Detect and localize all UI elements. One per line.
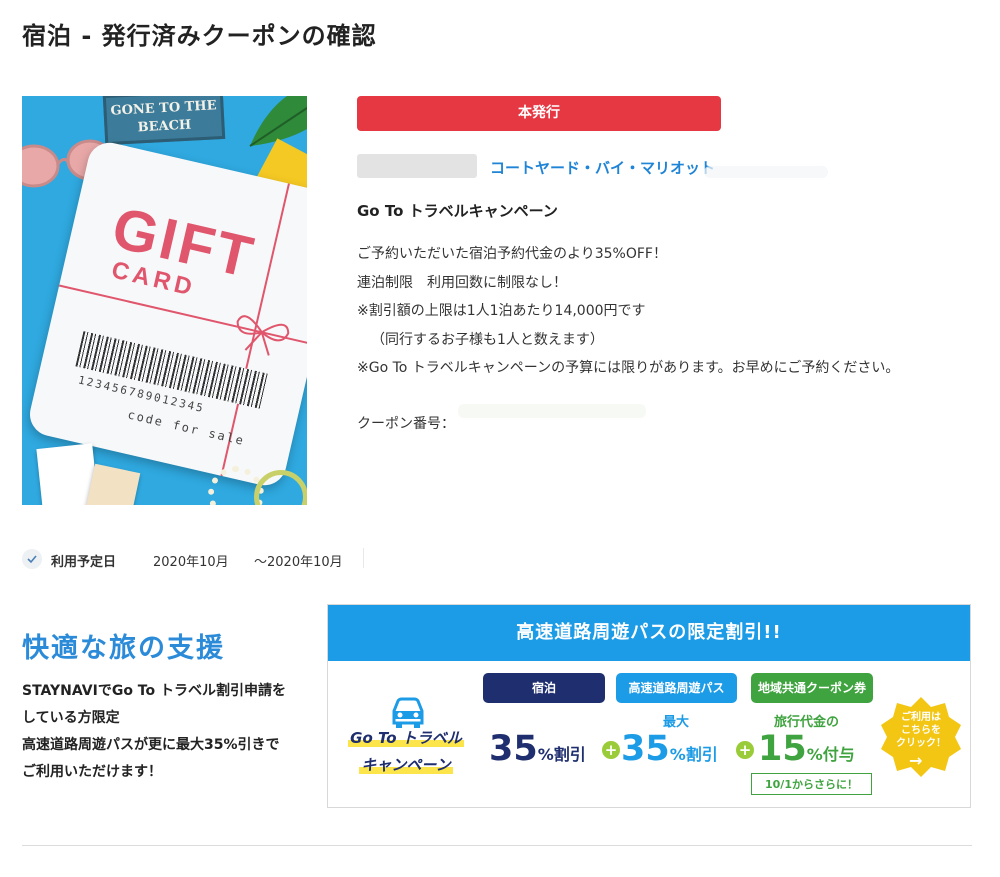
issue-status-button[interactable]: 本発行 (357, 96, 721, 131)
ribbon-bow-icon (236, 315, 290, 356)
pill-lodging: 宿泊 (483, 673, 605, 703)
coupon-caption: 旅行代金の (774, 715, 840, 730)
support-description: STAYNAVIでGo To トラベル割引申請を している方限定 高速道路周遊パ… (22, 678, 286, 786)
highway-pass-banner[interactable]: 高速道路周遊パスの限定割引!! Go To トラベル キャンペーン 宿泊 高速道… (327, 604, 971, 808)
hotel-name-redacted (704, 166, 828, 178)
plus-icon: + (736, 741, 754, 759)
gift-card-image: GONE TO THE BEACH GIFT CARD 123456789012… (22, 96, 307, 505)
hotel-name-link[interactable]: コートヤード・バイ・マリオット (490, 157, 715, 178)
description-line: （同行するお子様も1人と数えます） (371, 331, 604, 348)
schedule-label: 利用予定日 (51, 555, 117, 570)
beach-sign: GONE TO THE BEACH (102, 96, 226, 146)
area-tag (357, 154, 477, 178)
description-line: ※Go To トラベルキャンペーンの予算には限りがあります。お早めにご予約くださ… (357, 360, 900, 376)
support-line: ご利用いただけます！ (22, 764, 162, 780)
support-title: 快適な旅の支援 (22, 633, 225, 664)
schedule-to: 〜2020年10月 (254, 555, 343, 570)
highway-discount: 35%割引 (621, 729, 718, 769)
pill-highway-pass: 高速道路周遊パス (616, 673, 737, 703)
plus-icon: + (602, 741, 620, 759)
description-line: ご予約いただいた宿泊予約代金のより35%OFF！ (357, 246, 667, 262)
section-divider (22, 845, 972, 846)
car-icon (392, 697, 424, 728)
support-line: 高速道路周遊パスが更に最大35%引きで (22, 737, 280, 753)
support-line: STAYNAVIでGo To トラベル割引申請を (22, 683, 286, 699)
coupon-number-label: クーポン番号： (357, 416, 455, 432)
coupon-grant: 15%付与 (758, 729, 855, 769)
campaign-title: Go To トラベルキャンペーン (357, 202, 558, 220)
card-footer-text: code for sale (126, 407, 247, 449)
description-line: 連泊制限 利用回数に制限なし！ (357, 274, 567, 291)
campaign-description: ご予約いただいた宿泊予約代金のより35%OFF！ 連泊制限 利用回数に制限なし！… (357, 240, 977, 383)
description-line: ※割引額の上限は1人1泊あたり14,000円です (357, 303, 646, 319)
click-badge-text[interactable]: ご利用は こちらを クリック！ (879, 711, 963, 750)
pill-regional-coupon: 地域共通クーポン券 (751, 673, 873, 703)
banner-header: 高速道路周遊パスの限定割引!! (328, 605, 970, 661)
goto-campaign-label: Go To トラベル キャンペーン (348, 729, 464, 774)
support-line: している方限定 (22, 710, 120, 726)
highway-caption: 最大 (663, 715, 690, 730)
divider (363, 548, 364, 568)
coupon-number-redacted (458, 404, 646, 418)
lodging-discount: 35%割引 (489, 729, 586, 769)
start-date-note: 10/1からさらに！ (751, 773, 872, 795)
page-title: 宿泊 - 発行済みクーポンの確認 (22, 22, 377, 50)
photo-card (85, 463, 141, 505)
schedule-from: 2020年10月 (153, 555, 229, 570)
arrow-right-icon: → (909, 751, 923, 770)
check-icon (22, 549, 42, 569)
